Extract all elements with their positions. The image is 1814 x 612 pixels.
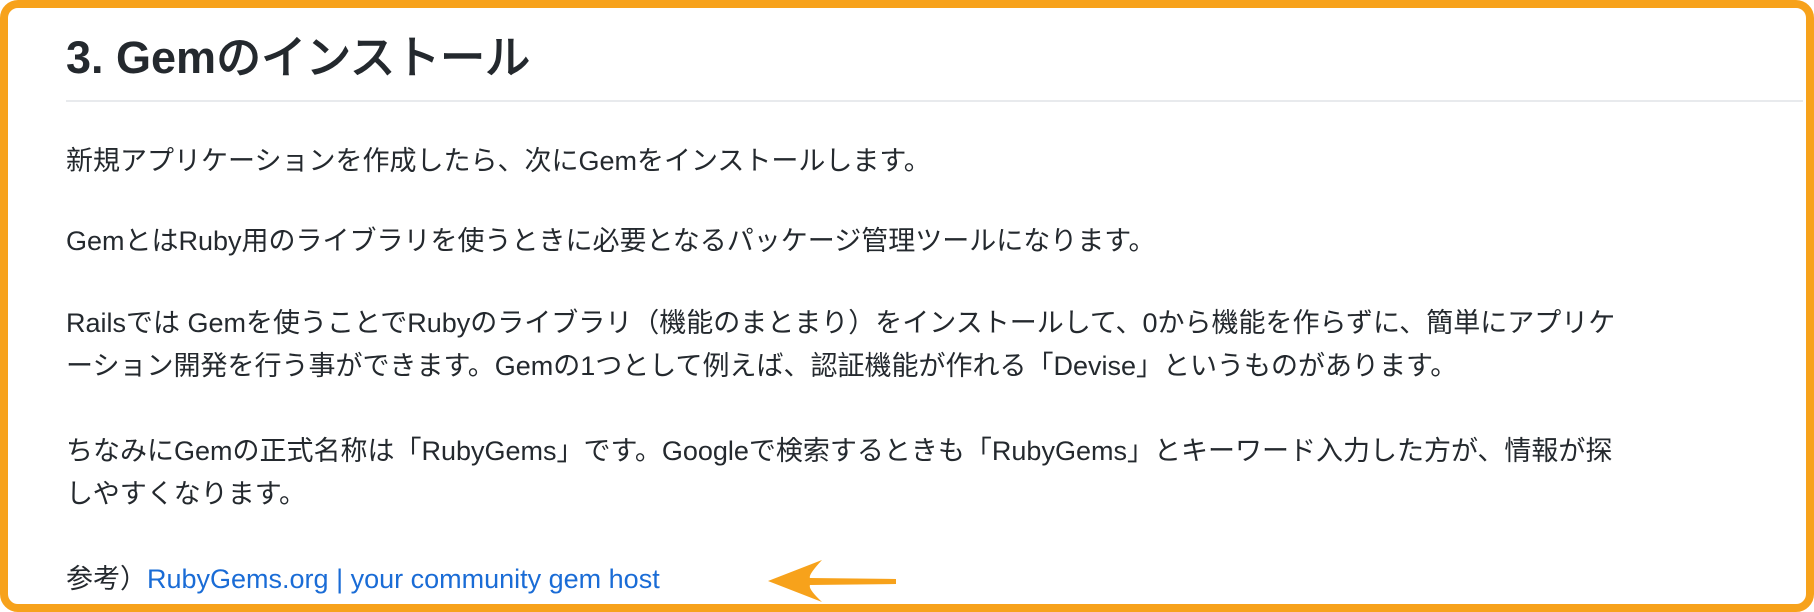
paragraph-intro: 新規アプリケーションを作成したら、次にGemをインストールします。 [66, 146, 931, 176]
rubygems-link[interactable]: RubyGems.org | your community gem host [147, 564, 660, 594]
section-heading: 3. Gemのインストール [66, 32, 531, 83]
heading-divider [66, 100, 1803, 102]
paragraph-rails-gems-line-1: Railsでは Gemを使うことでRubyのライブラリ（機能のまとまり）をインス… [66, 308, 1616, 338]
paragraph-gem-definition: GemとはRuby用のライブラリを使うときに必要となるパッケージ管理ツールになり… [66, 226, 1156, 256]
paragraph-rails-gems-line-2: ーション開発を行う事ができます。Gemの1つとして例えば、認証機能が作れる「De… [66, 351, 1458, 381]
paragraph-rails-gems: Railsでは Gemを使うことでRubyのライブラリ（機能のまとまり）をインス… [66, 302, 1615, 388]
paragraph-rubygems-name-line-1: ちなみにGemの正式名称は「RubyGems」です。Googleで検索するときも… [66, 436, 1613, 466]
reference-line: 参考）RubyGems.org | your community gem hos… [66, 558, 660, 601]
arrow-left-icon [768, 560, 896, 602]
reference-prefix: 参考） [66, 564, 147, 594]
paragraph-rubygems-name-line-2: しやすくなります。 [66, 479, 307, 509]
highlight-frame: 3. Gemのインストール 新規アプリケーションを作成したら、次にGemをインス… [0, 0, 1814, 612]
paragraph-rubygems-name: ちなみにGemの正式名称は「RubyGems」です。Googleで検索するときも… [66, 430, 1612, 516]
